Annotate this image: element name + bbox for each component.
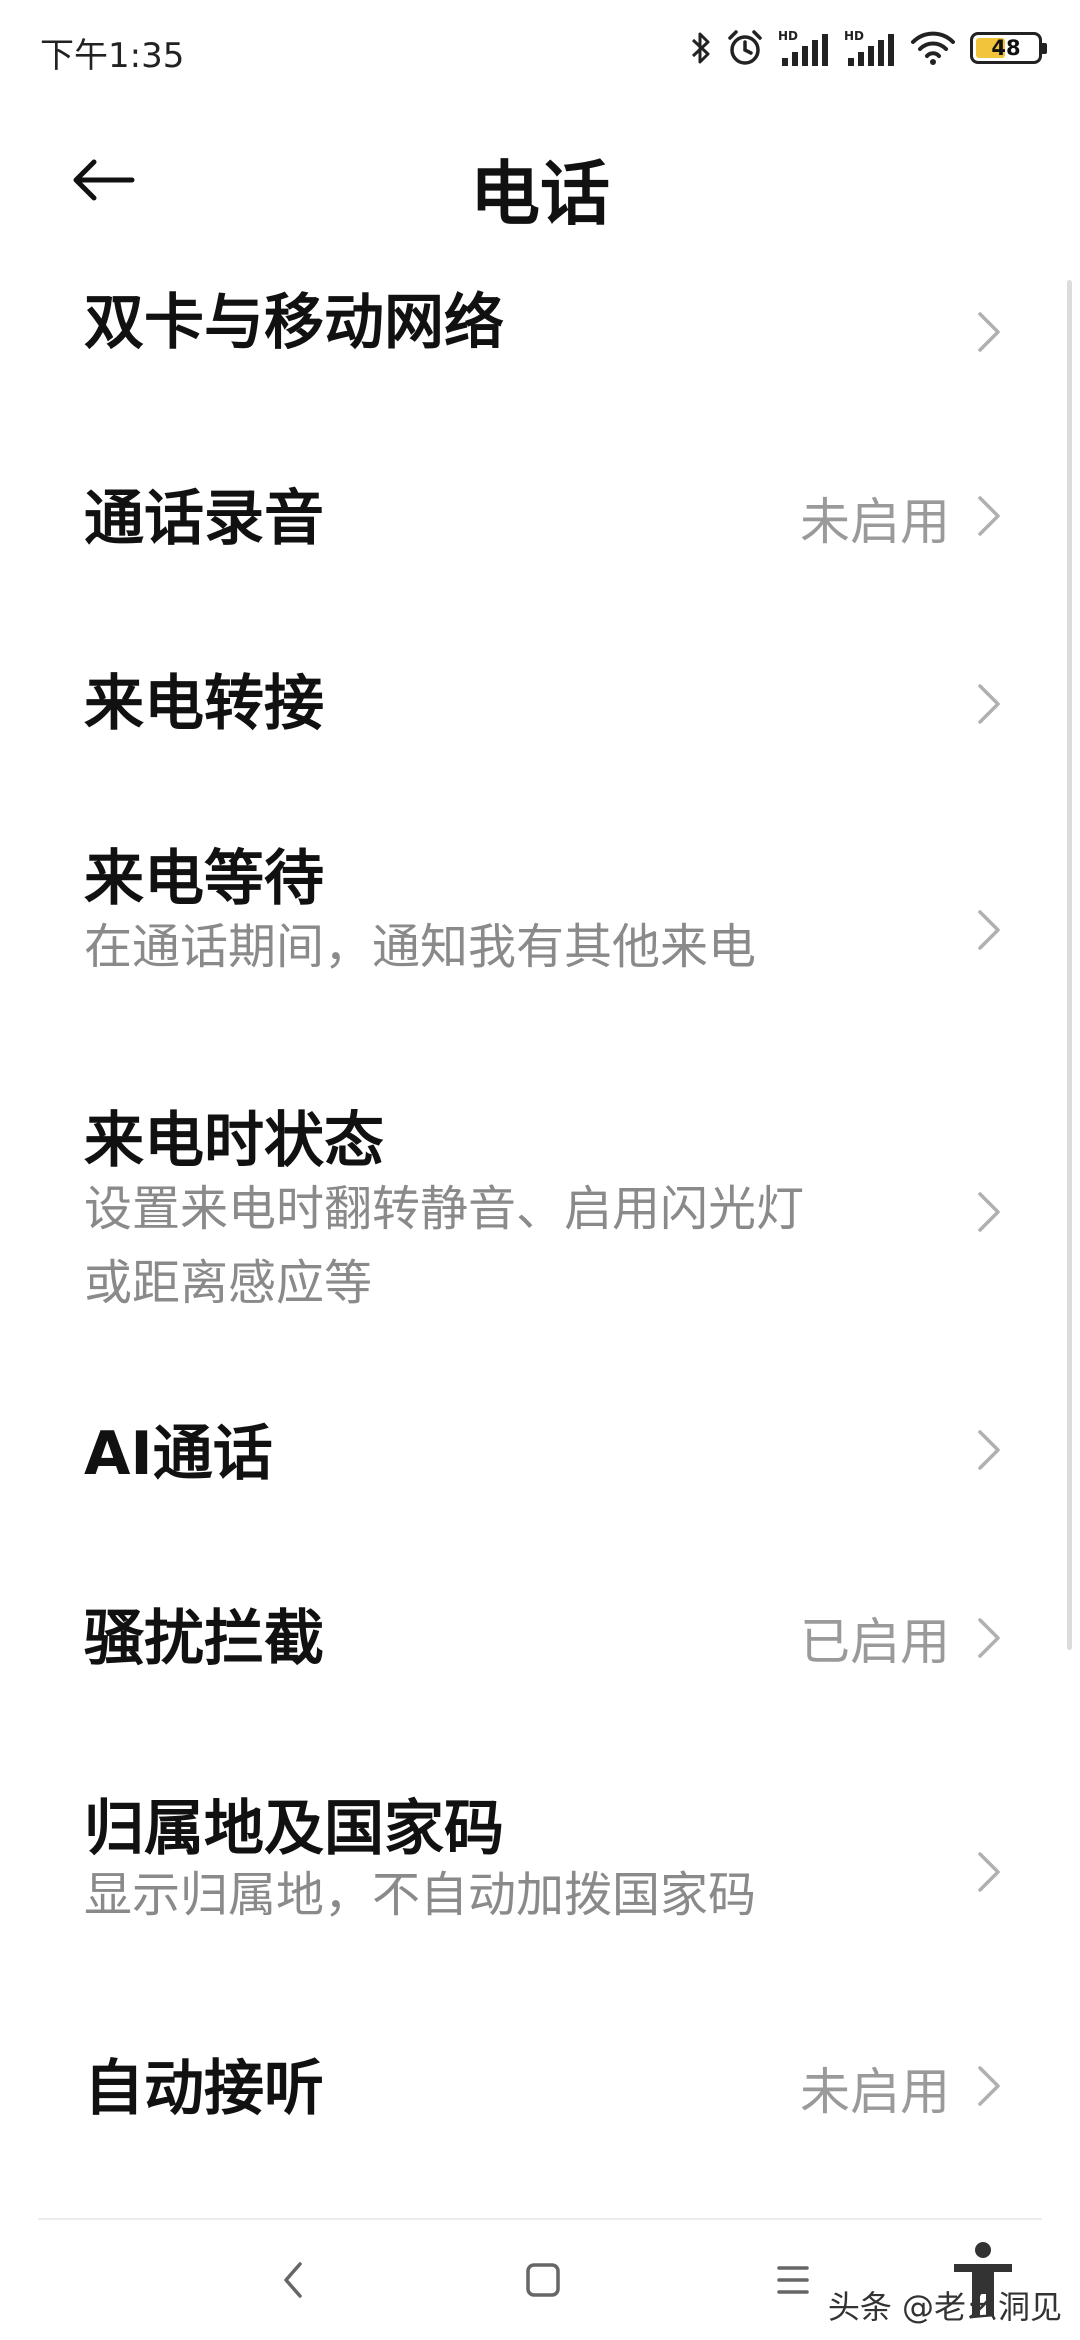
setting-value: 未启用 bbox=[800, 493, 950, 551]
setting-title: 自动接听 bbox=[84, 2054, 324, 2124]
status-bar: 下午1:35 HD HD 48 bbox=[0, 0, 1080, 96]
wifi-icon bbox=[911, 31, 955, 65]
status-time: 下午1:35 bbox=[40, 36, 185, 76]
chevron-right-icon bbox=[978, 1618, 1000, 1658]
setting-title: AI通话 bbox=[84, 1419, 273, 1489]
setting-harassment-block[interactable]: 骚扰拦截 已启用 bbox=[0, 1540, 1080, 1730]
setting-title: 来电时状态 bbox=[84, 1106, 384, 1176]
setting-subtitle: 在通话期间，通知我有其他来电 bbox=[84, 919, 757, 975]
setting-call-waiting[interactable]: 来电等待 在通话期间，通知我有其他来电 bbox=[0, 800, 1080, 1050]
bluetooth-icon bbox=[691, 32, 710, 64]
chevron-right-icon bbox=[978, 1430, 1000, 1470]
setting-title: 归属地及国家码 bbox=[84, 1794, 504, 1864]
home-nav-icon bbox=[526, 2263, 560, 2297]
chevron-right-icon bbox=[978, 1852, 1000, 1892]
chevron-right-icon bbox=[978, 312, 1000, 352]
setting-title: 通话录音 bbox=[84, 484, 324, 554]
page-title: 电话 bbox=[470, 153, 610, 235]
setting-title: 来电转接 bbox=[84, 669, 324, 739]
hd-signal-icon: HD bbox=[778, 29, 828, 66]
scrollbar[interactable] bbox=[1067, 280, 1072, 1650]
battery-level: 48 bbox=[991, 36, 1021, 60]
setting-location-country-code[interactable]: 归属地及国家码 显示归属地，不自动加拨国家码 bbox=[0, 1730, 1080, 1980]
watermark: 头条 @老幺洞见 bbox=[827, 2288, 1062, 2326]
chevron-right-icon bbox=[978, 684, 1000, 724]
chevron-right-icon bbox=[978, 2066, 1000, 2106]
setting-incoming-call-status[interactable]: 来电时状态 设置来电时翻转静音、启用闪光灯 或距离感应等 bbox=[0, 1050, 1080, 1350]
svg-text:HD: HD bbox=[778, 29, 798, 43]
menu-nav-icon bbox=[777, 2266, 809, 2294]
chevron-right-icon bbox=[978, 496, 1000, 536]
nav-home-button[interactable] bbox=[508, 2250, 578, 2310]
setting-call-recording[interactable]: 通话录音 未启用 bbox=[0, 420, 1080, 610]
nav-menu-button[interactable] bbox=[758, 2250, 828, 2310]
nav-back-button[interactable] bbox=[258, 2250, 328, 2310]
svg-text:HD: HD bbox=[844, 29, 864, 43]
setting-subtitle-line1: 设置来电时翻转静音、启用闪光灯 bbox=[84, 1181, 805, 1237]
back-nav-icon bbox=[284, 2262, 302, 2298]
setting-auto-answer[interactable]: 自动接听 未启用 bbox=[0, 1980, 1080, 2180]
battery-icon: 48 bbox=[970, 32, 1047, 64]
chevron-right-icon bbox=[978, 910, 1000, 950]
setting-title: 来电等待 bbox=[84, 844, 324, 914]
status-icons: HD HD 48 bbox=[690, 24, 1047, 72]
setting-ai-call[interactable]: AI通话 bbox=[0, 1350, 1080, 1540]
setting-subtitle: 显示归属地，不自动加拨国家码 bbox=[84, 1867, 757, 1923]
setting-subtitle-line2: 或距离感应等 bbox=[84, 1255, 373, 1311]
setting-dual-sim[interactable]: 双卡与移动网络 bbox=[0, 240, 1080, 420]
setting-value: 未启用 bbox=[800, 2063, 950, 2121]
setting-call-forwarding[interactable]: 来电转接 bbox=[0, 610, 1080, 800]
setting-title: 双卡与移动网络 bbox=[84, 288, 504, 358]
alarm-icon bbox=[728, 30, 762, 65]
setting-title: 骚扰拦截 bbox=[84, 1604, 324, 1674]
chevron-right-icon bbox=[978, 1192, 1000, 1232]
hd-signal-icon: HD bbox=[844, 29, 894, 66]
setting-value: 已启用 bbox=[800, 1613, 950, 1671]
header: 电话 bbox=[0, 120, 1080, 240]
